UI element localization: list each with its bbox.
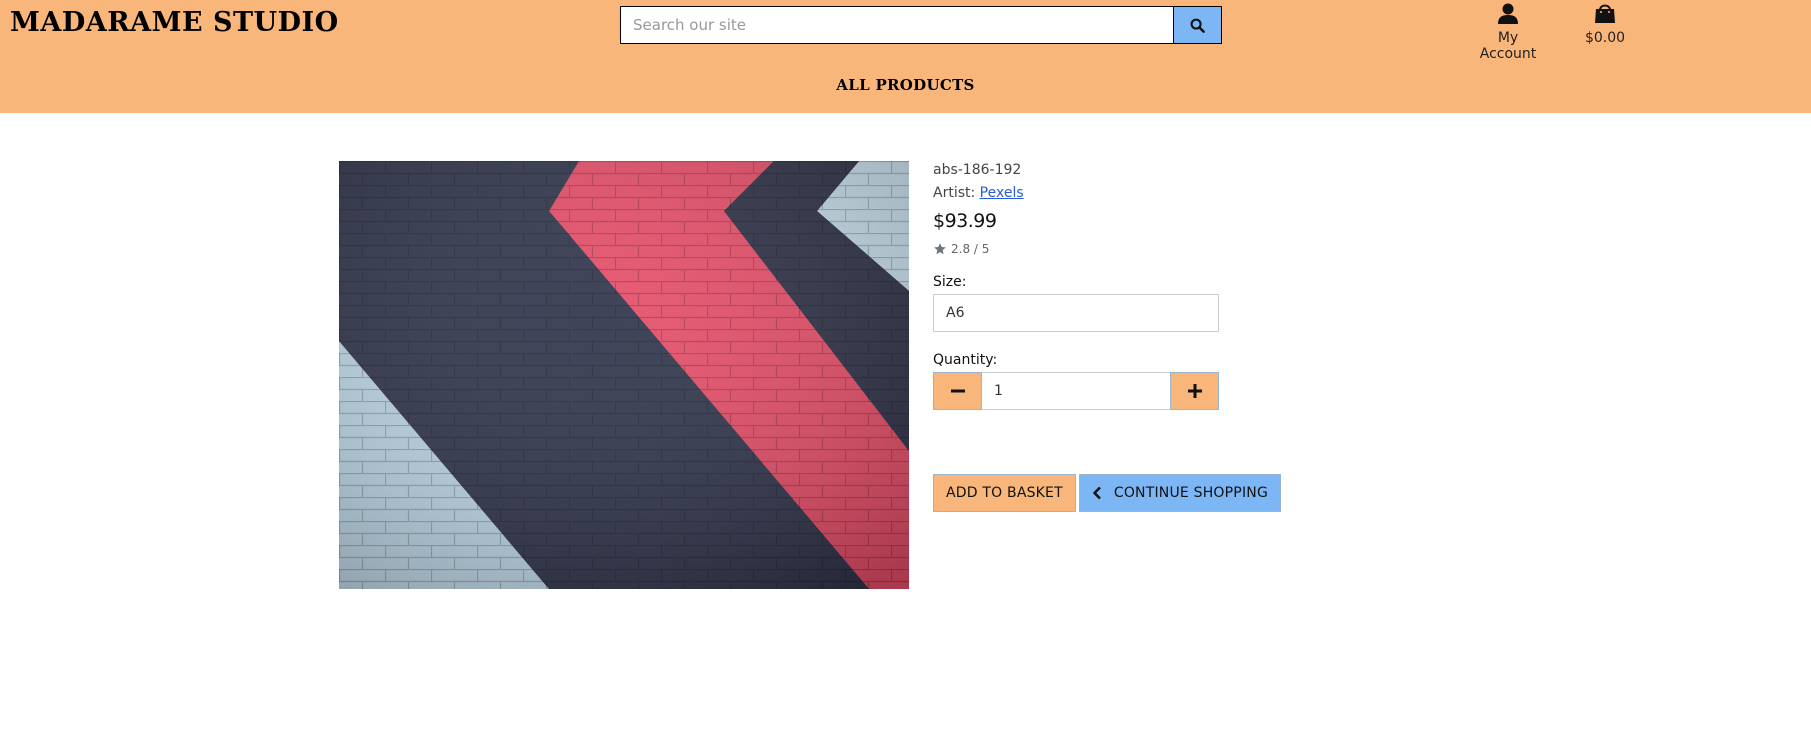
search-input[interactable] (620, 6, 1173, 44)
add-to-basket-button[interactable]: ADD TO BASKET (933, 474, 1076, 512)
search-form (620, 6, 1222, 44)
size-selected-value: A6 (946, 305, 965, 321)
nav-all-products[interactable]: ALL PRODUCTS (0, 76, 1811, 94)
basket-link[interactable]: $0.00 (1578, 0, 1632, 46)
increment-quantity-button[interactable] (1170, 372, 1219, 410)
quantity-stepper (933, 372, 1219, 410)
site-logo[interactable]: MADARAME STUDIO (10, 7, 339, 38)
product-rating: 2.8 / 5 (933, 242, 1353, 256)
artist-link[interactable]: Pexels (980, 185, 1024, 201)
continue-shopping-label: CONTINUE SHOPPING (1113, 485, 1268, 501)
size-select[interactable]: A6 (933, 294, 1219, 332)
plus-icon (1187, 384, 1202, 398)
continue-shopping-button[interactable]: CONTINUE SHOPPING (1078, 474, 1281, 512)
star-icon (934, 243, 946, 255)
my-account-link[interactable]: My Account (1468, 0, 1548, 62)
product-actions: ADD TO BASKET CONTINUE SHOPPING (933, 474, 1353, 512)
product-sku: abs-186-192 (933, 162, 1022, 178)
product-artwork (339, 161, 909, 589)
quantity-label: Quantity: (933, 352, 998, 368)
search-icon (1190, 18, 1205, 33)
minus-icon (950, 389, 965, 393)
basket-total: $0.00 (1584, 30, 1626, 46)
product-details: abs-186-192 Artist: Pexels $93.99 2.8 / … (933, 162, 1353, 512)
quantity-input[interactable] (982, 372, 1170, 410)
user-icon (1498, 3, 1518, 24)
product-image (339, 161, 909, 589)
artist-line: Artist: Pexels (933, 185, 1353, 201)
rating-value: 2.8 / 5 (951, 242, 990, 256)
size-label: Size: (933, 274, 967, 290)
search-button[interactable] (1173, 6, 1222, 44)
site-header: MADARAME STUDIO My Account $0.00 ALL PRO… (0, 0, 1811, 113)
shopping-bag-icon (1595, 4, 1615, 23)
my-account-label: My Account (1479, 30, 1537, 62)
chevron-left-icon (1093, 486, 1101, 500)
artist-prefix: Artist: (933, 185, 976, 201)
product-price: $93.99 (933, 210, 997, 232)
decrement-quantity-button[interactable] (933, 372, 982, 410)
